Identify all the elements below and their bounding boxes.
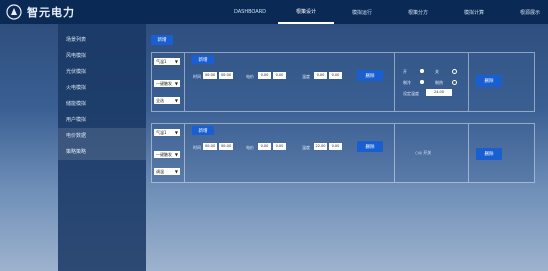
option-on-radio[interactable] bbox=[420, 69, 424, 73]
time-from-input[interactable]: 00:00 bbox=[203, 72, 217, 79]
scope-select-value: 调温 bbox=[156, 168, 164, 174]
option-cool-radio[interactable] bbox=[420, 80, 424, 84]
main-content: 新增 气温1 ▼ 一键触发 ▼ 全选 ▼ 新增 时间 00:00 00:00 电价 0… bbox=[146, 24, 548, 271]
tab-dashboard[interactable]: DASHBOARD bbox=[222, 0, 278, 24]
price-to-input[interactable]: 0.00 bbox=[273, 72, 286, 79]
time-to-input[interactable]: 00:00 bbox=[219, 143, 233, 150]
brand-name: 智元电力 bbox=[27, 6, 75, 19]
price-label: 电价 bbox=[246, 145, 254, 150]
mode-select-value: 一键触发 bbox=[156, 151, 172, 157]
temperature-to-input[interactable]: 0.00 bbox=[329, 72, 342, 79]
option-cool-label: 制冷 bbox=[403, 80, 411, 85]
add-condition-button[interactable]: 新增 bbox=[192, 126, 214, 135]
scope-select-value: 全选 bbox=[156, 97, 164, 103]
temperature-from-input[interactable]: 0.00 bbox=[314, 72, 327, 79]
sidebar-item-scenes[interactable]: 场景列表 bbox=[58, 32, 146, 48]
divider bbox=[394, 124, 395, 182]
price-from-input[interactable]: 0.00 bbox=[258, 143, 271, 150]
scope-select[interactable]: 全选 ▼ bbox=[154, 97, 180, 104]
option-on-label: 开 bbox=[403, 69, 407, 74]
chevron-down-icon: ▼ bbox=[174, 169, 178, 174]
add-rule-button[interactable]: 新增 bbox=[151, 35, 173, 45]
switch-status[interactable]: ○◎ 开关 bbox=[415, 150, 431, 156]
delete-rule-button[interactable]: 删除 bbox=[476, 148, 502, 160]
temperature-from-input[interactable]: 22.00 bbox=[314, 143, 327, 150]
temperature-to-input[interactable]: 0.00 bbox=[329, 143, 342, 150]
option-off-radio[interactable] bbox=[452, 69, 457, 74]
delete-condition-button[interactable]: 删除 bbox=[357, 141, 383, 152]
divider bbox=[468, 53, 469, 111]
brand: 智元电力 bbox=[6, 4, 146, 20]
tab-simulation-calc[interactable]: 模拟计算 bbox=[446, 0, 502, 24]
option-heat-radio[interactable] bbox=[452, 80, 457, 85]
main-nav: DASHBOARD 根策设计 模拟运行 根策分方 模拟计算 根源展示 bbox=[222, 0, 548, 24]
add-condition-button[interactable]: 新增 bbox=[192, 55, 214, 64]
rule-card-2: 气温1 ▼ 一键触发 ▼ 调温 ▼ 新增 时间 00:00 00:00 电价 0.00… bbox=[151, 123, 535, 183]
mode-select[interactable]: 一键触发 ▼ bbox=[154, 80, 180, 87]
option-off-label: 关 bbox=[435, 69, 439, 74]
sidebar-item-user[interactable]: 用户模拟 bbox=[58, 112, 146, 128]
scope-select[interactable]: 调温 ▼ bbox=[154, 168, 180, 175]
price-label: 电价 bbox=[246, 74, 254, 79]
rule-card-1: 气温1 ▼ 一键触发 ▼ 全选 ▼ 新增 时间 00:00 00:00 电价 0.00… bbox=[151, 52, 535, 112]
sidebar-item-storage[interactable]: 储能模拟 bbox=[58, 96, 146, 112]
set-temperature-input[interactable]: 24.00 bbox=[426, 89, 452, 96]
trigger-select[interactable]: 气温1 ▼ bbox=[154, 58, 180, 65]
sidebar: 场景列表 风电模拟 光伏模拟 火电模拟 储能模拟 用户模拟 电价数据 策略策略 bbox=[58, 24, 146, 271]
time-to-input[interactable]: 00:00 bbox=[219, 72, 233, 79]
trigger-select-value: 气温1 bbox=[156, 58, 167, 64]
tab-result-display[interactable]: 根源展示 bbox=[502, 0, 548, 24]
temperature-label: 温度 bbox=[302, 74, 310, 79]
time-label: 时间 bbox=[193, 145, 201, 150]
trigger-select-value: 气温1 bbox=[156, 129, 167, 135]
mode-select-value: 一键触发 bbox=[156, 80, 172, 86]
tab-strategy-analysis[interactable]: 根策分方 bbox=[390, 0, 446, 24]
divider bbox=[184, 53, 185, 111]
set-temperature-label: 设定温度 bbox=[403, 91, 419, 96]
divider bbox=[394, 53, 395, 111]
chevron-down-icon: ▼ bbox=[174, 81, 178, 86]
logo-icon bbox=[6, 4, 22, 20]
divider bbox=[468, 124, 469, 182]
delete-rule-button[interactable]: 删除 bbox=[476, 75, 502, 87]
time-label: 时间 bbox=[193, 74, 201, 79]
option-heat-label: 制热 bbox=[435, 80, 443, 85]
chevron-down-icon: ▼ bbox=[174, 152, 178, 157]
divider bbox=[184, 124, 185, 182]
price-to-input[interactable]: 0.00 bbox=[273, 143, 286, 150]
sidebar-item-thermal[interactable]: 火电模拟 bbox=[58, 80, 146, 96]
trigger-select[interactable]: 气温1 ▼ bbox=[154, 129, 180, 136]
mode-select[interactable]: 一键触发 ▼ bbox=[154, 151, 180, 158]
chevron-down-icon: ▼ bbox=[174, 59, 178, 64]
sidebar-item-solar[interactable]: 光伏模拟 bbox=[58, 64, 146, 80]
tab-simulation-run[interactable]: 模拟运行 bbox=[334, 0, 390, 24]
delete-condition-button[interactable]: 删除 bbox=[357, 70, 383, 81]
price-from-input[interactable]: 0.00 bbox=[258, 72, 271, 79]
chevron-down-icon: ▼ bbox=[174, 130, 178, 135]
top-bar: 智元电力 DASHBOARD 根策设计 模拟运行 根策分方 模拟计算 根源展示 bbox=[0, 0, 548, 24]
sidebar-item-price[interactable]: 电价数据 bbox=[58, 128, 146, 144]
chevron-down-icon: ▼ bbox=[174, 98, 178, 103]
sidebar-item-strategy[interactable]: 策略策略 bbox=[58, 144, 146, 160]
temperature-label: 温度 bbox=[302, 145, 310, 150]
time-from-input[interactable]: 00:00 bbox=[203, 143, 217, 150]
tab-strategy-design[interactable]: 根策设计 bbox=[278, 0, 334, 24]
sidebar-item-wind[interactable]: 风电模拟 bbox=[58, 48, 146, 64]
